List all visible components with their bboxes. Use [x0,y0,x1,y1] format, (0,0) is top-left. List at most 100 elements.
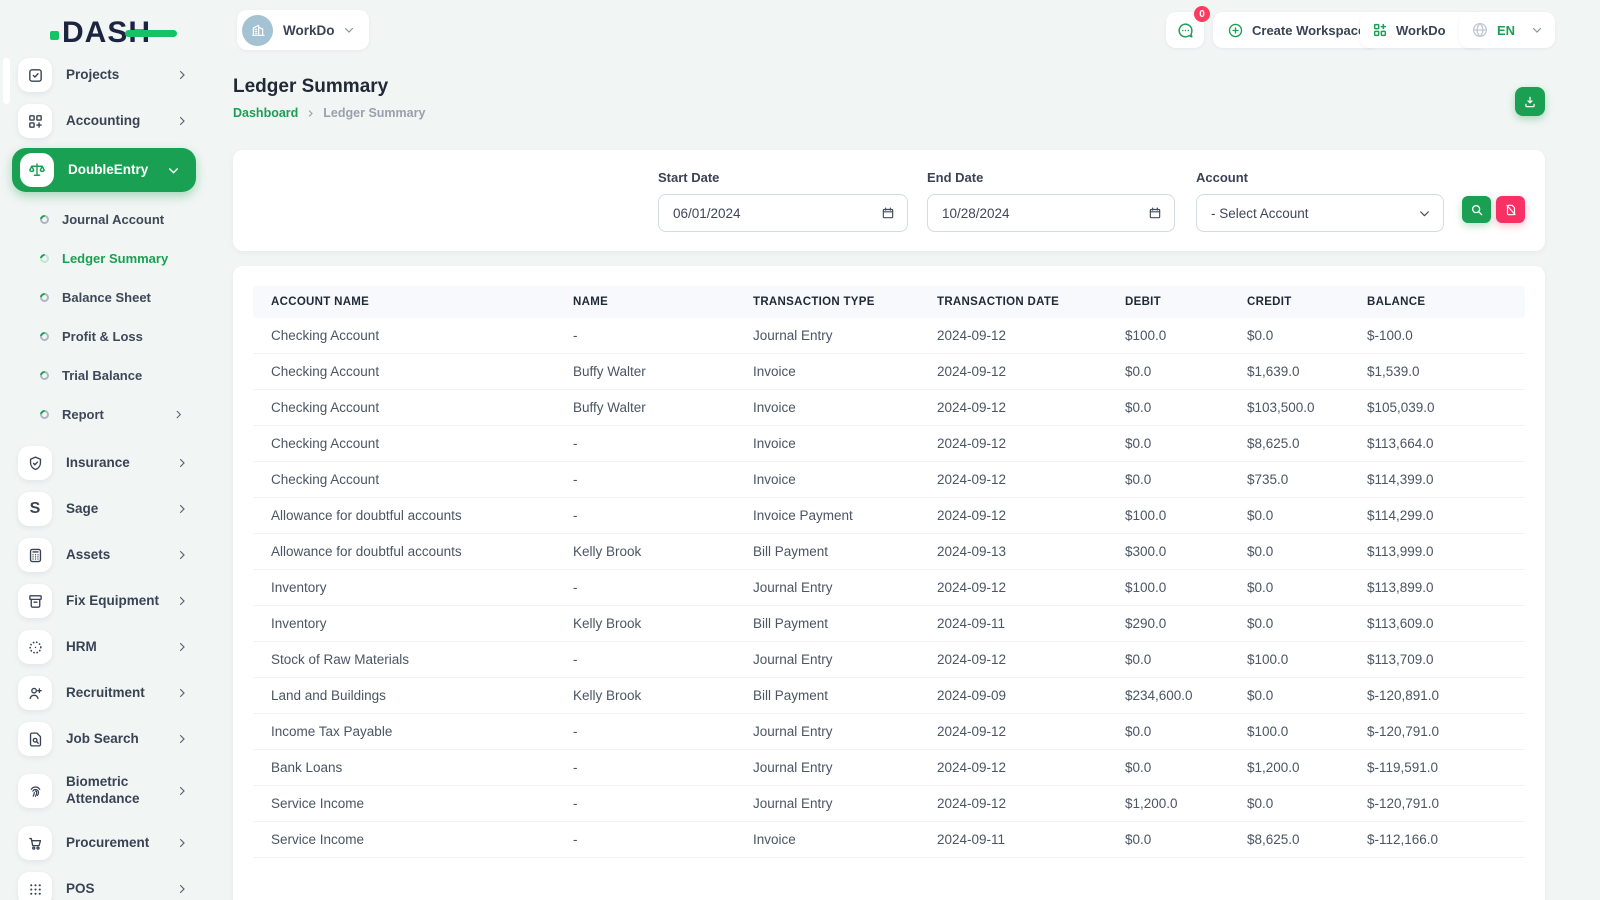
search-button[interactable] [1462,196,1491,223]
workspace-name: WorkDo [283,23,335,38]
table-cell: 2024-09-09 [937,678,1125,714]
sidebar-item-doubleentry[interactable]: DoubleEntry [12,148,196,192]
table-row: Checking Account-Invoice2024-09-12$0.0$7… [253,462,1525,498]
table-cell: $0.0 [1125,750,1247,786]
table-cell: Checking Account [253,354,573,390]
sidebar-item-fix-equipment[interactable]: Fix Equipment [0,578,210,624]
search-icon [1470,203,1484,217]
chevron-right-icon [176,595,188,607]
sidebar-item-sage[interactable]: S Sage [0,486,210,532]
app-logo[interactable]: DASH [50,16,151,50]
chevron-right-icon [176,115,188,127]
end-date-input[interactable]: 10/28/2024 [927,194,1175,232]
table-cell: - [573,462,753,498]
calendar-icon[interactable] [1148,206,1162,220]
workspace-selector[interactable]: WorkDo [237,10,369,50]
create-workspace-button[interactable]: Create Workspace [1213,12,1379,48]
account-selected-value: - Select Account [1211,206,1309,221]
download-button[interactable] [1515,87,1545,116]
column-header: DEBIT [1125,286,1247,318]
sidebar-item-biometric-attendance[interactable]: Biometric Attendance [0,762,210,820]
chevron-right-icon [176,457,188,469]
workspace-avatar [242,15,273,46]
logo-dot-icon [50,31,59,40]
sidebar-item-label: DoubleEntry [68,162,148,179]
column-header: CREDIT [1247,286,1367,318]
chevron-right-icon [306,109,315,118]
start-date-input[interactable]: 06/01/2024 [658,194,908,232]
submenu-item-balance-sheet[interactable]: Balance Sheet [0,278,210,317]
sidebar-item-procurement[interactable]: Procurement [0,820,210,866]
sidebar-item-label: Recruitment [66,685,145,702]
shield-check-icon [18,446,52,480]
messages-badge: 0 [1194,6,1210,22]
table-cell: Inventory [253,606,573,642]
end-date-value: 10/28/2024 [942,206,1010,221]
sidebar-item-accounting[interactable]: Accounting [0,98,210,144]
table-row: Inventory-Journal Entry2024-09-12$100.0$… [253,570,1525,606]
sidebar-item-hrm[interactable]: HRM [0,624,210,670]
table-cell: $113,609.0 [1367,606,1525,642]
submenu-item-profit-loss[interactable]: Profit & Loss [0,317,210,356]
chat-bubble-icon [1176,21,1195,40]
table-cell: Bill Payment [753,678,937,714]
start-date-value: 06/01/2024 [673,206,741,221]
table-cell: Journal Entry [753,714,937,750]
create-workspace-label: Create Workspace [1252,23,1365,38]
sidebar-item-assets[interactable]: Assets [0,532,210,578]
table-cell: - [573,570,753,606]
sage-letter-icon: S [18,492,52,526]
table-cell: 2024-09-12 [937,426,1125,462]
table-cell: $0.0 [1125,390,1247,426]
bullet-icon [38,330,51,343]
table-cell: $0.0 [1247,570,1367,606]
header-row: ACCOUNT NAMENAMETRANSACTION TYPETRANSACT… [253,286,1525,318]
table-cell: $0.0 [1125,426,1247,462]
chevron-down-icon [1418,207,1431,220]
grid-plus-icon [1372,22,1388,38]
sidebar-item-pos[interactable]: POS [0,866,210,900]
submenu-item-label: Report [62,407,104,422]
reset-filter-button[interactable] [1496,196,1525,223]
messages-button[interactable]: 0 [1166,12,1204,48]
table-cell: Service Income [253,822,573,858]
download-icon [1523,95,1537,109]
table-cell: $114,399.0 [1367,462,1525,498]
chevron-down-icon [167,164,180,177]
table-cell: Kelly Brook [573,606,753,642]
table-cell: $103,500.0 [1247,390,1367,426]
table-cell: $113,709.0 [1367,642,1525,678]
table-cell: - [573,498,753,534]
sidebar-item-projects[interactable]: Projects [0,52,210,98]
table-cell: 2024-09-12 [937,462,1125,498]
table-cell: Invoice [753,462,937,498]
submenu-item-ledger-summary[interactable]: Ledger Summary [0,239,210,278]
sidebar-item-label: Job Search [66,731,139,748]
account-select[interactable]: - Select Account [1196,194,1444,232]
submenu-item-report[interactable]: Report [0,395,210,434]
globe-icon [1471,21,1489,39]
column-header: TRANSACTION DATE [937,286,1125,318]
submenu-item-label: Journal Account [62,212,164,227]
sidebar-item-job-search[interactable]: Job Search [0,716,210,762]
sidebar-item-label: HRM [66,639,97,656]
table-cell: 2024-09-12 [937,570,1125,606]
account-group: Account - Select Account [1196,170,1444,232]
table-cell: - [573,714,753,750]
archive-box-icon [18,584,52,618]
chevron-right-icon [176,503,188,515]
submenu-item-trial-balance[interactable]: Trial Balance [0,356,210,395]
breadcrumb-dashboard-link[interactable]: Dashboard [233,106,298,120]
submenu-item-journal-account[interactable]: Journal Account [0,200,210,239]
sidebar-item-insurance[interactable]: Insurance [0,440,210,486]
chevron-right-icon [176,549,188,561]
language-selector[interactable]: EN [1459,12,1555,48]
sidebar-item-recruitment[interactable]: Recruitment [0,670,210,716]
table-cell: Income Tax Payable [253,714,573,750]
table-cell: - [573,750,753,786]
breadcrumb: Dashboard Ledger Summary [233,106,425,120]
calendar-icon[interactable] [881,206,895,220]
table-cell: $114,299.0 [1367,498,1525,534]
table-cell: $-120,791.0 [1367,786,1525,822]
table-cell: Service Income [253,786,573,822]
